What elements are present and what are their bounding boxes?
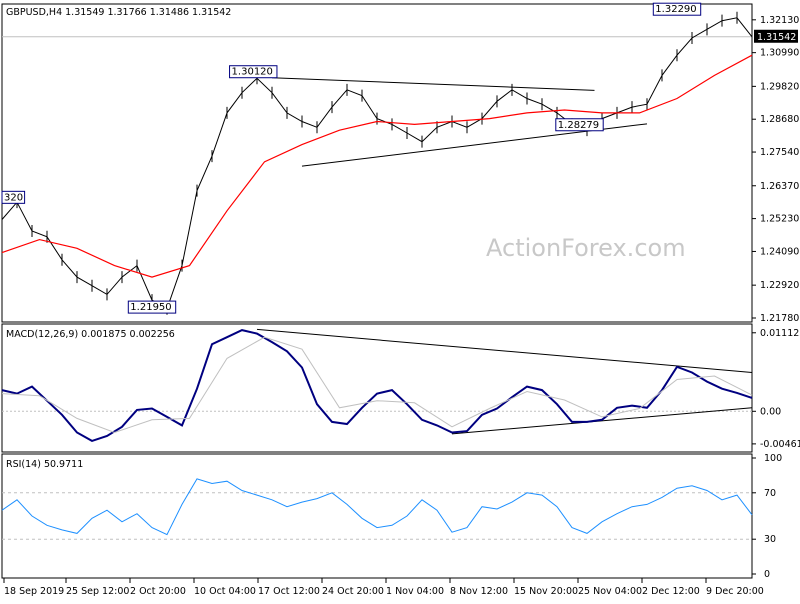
price-ytick-label: 1.27540 (760, 147, 799, 158)
price-ytick-label: 1.24090 (760, 246, 799, 257)
price-ytick-label: 1.30990 (760, 48, 799, 59)
x-tick-label: 25 Nov 04:00 (578, 586, 642, 597)
chart-root: ActionForex.com 1.32290 1.30120 1.28279 1.2… (0, 0, 800, 600)
macd-ytick-label: -0.004617 (760, 439, 800, 450)
price-annotation-label: 1.32290 (655, 4, 696, 15)
rsi-ytick-label: 30 (764, 534, 776, 545)
price-ytick-label: 1.25230 (760, 214, 799, 225)
macd-header: MACD(12,26,9) 0.001875 0.002256 (6, 329, 175, 340)
rsi-ytick-label: 0 (764, 569, 770, 580)
rsi-ytick-label: 70 (764, 488, 776, 499)
x-tick-label: 9 Dec 20:00 (706, 586, 764, 597)
price-ytick-label: 1.29820 (760, 81, 799, 92)
macd-ytick-label: 0.011123 (760, 328, 800, 339)
x-tick-label: 17 Oct 12:00 (258, 586, 320, 597)
price-annotation-label: 320 (4, 192, 23, 203)
x-tick-label: 1 Nov 04:00 (386, 586, 444, 597)
x-tick-label: 24 Oct 20:00 (322, 586, 384, 597)
price-ytick-label: 1.21780 (760, 313, 799, 324)
chart-svg: ActionForex.com 1.32290 1.30120 1.28279 1.2… (1, 2, 800, 597)
x-tick-label: 18 Sep 2019 (4, 586, 64, 597)
x-tick-label: 8 Nov 12:00 (450, 586, 508, 597)
price-header: GBPUSD,H4 1.31549 1.31766 1.31486 1.3154… (6, 7, 231, 18)
x-tick-label: 15 Nov 20:00 (514, 586, 578, 597)
price-annotation-label: 1.21950 (130, 302, 171, 313)
watermark: ActionForex.com (486, 234, 686, 262)
macd-ytick-label: 0.00 (760, 406, 781, 417)
price-ytick-label: 1.28680 (760, 114, 799, 125)
x-tick-label: 2 Oct 20:00 (130, 586, 186, 597)
price-ytick-label: 1.26370 (760, 181, 799, 192)
x-tick-label: 10 Oct 04:00 (194, 586, 256, 597)
price-annotation-label: 1.30120 (232, 67, 273, 78)
x-tick-label: 2 Dec 12:00 (642, 586, 700, 597)
rsi-ytick-label: 100 (764, 453, 782, 464)
price-panel (1, 3, 753, 323)
price-annotation-label: 1.28279 (558, 120, 599, 131)
price-ytick-label: 1.22920 (760, 280, 799, 291)
current-price-label: 1.31542 (757, 32, 796, 43)
x-tick-label: 25 Sep 12:00 (66, 586, 129, 597)
rsi-header: RSI(14) 50.9711 (6, 459, 83, 470)
price-ytick-label: 1.32130 (760, 15, 799, 26)
